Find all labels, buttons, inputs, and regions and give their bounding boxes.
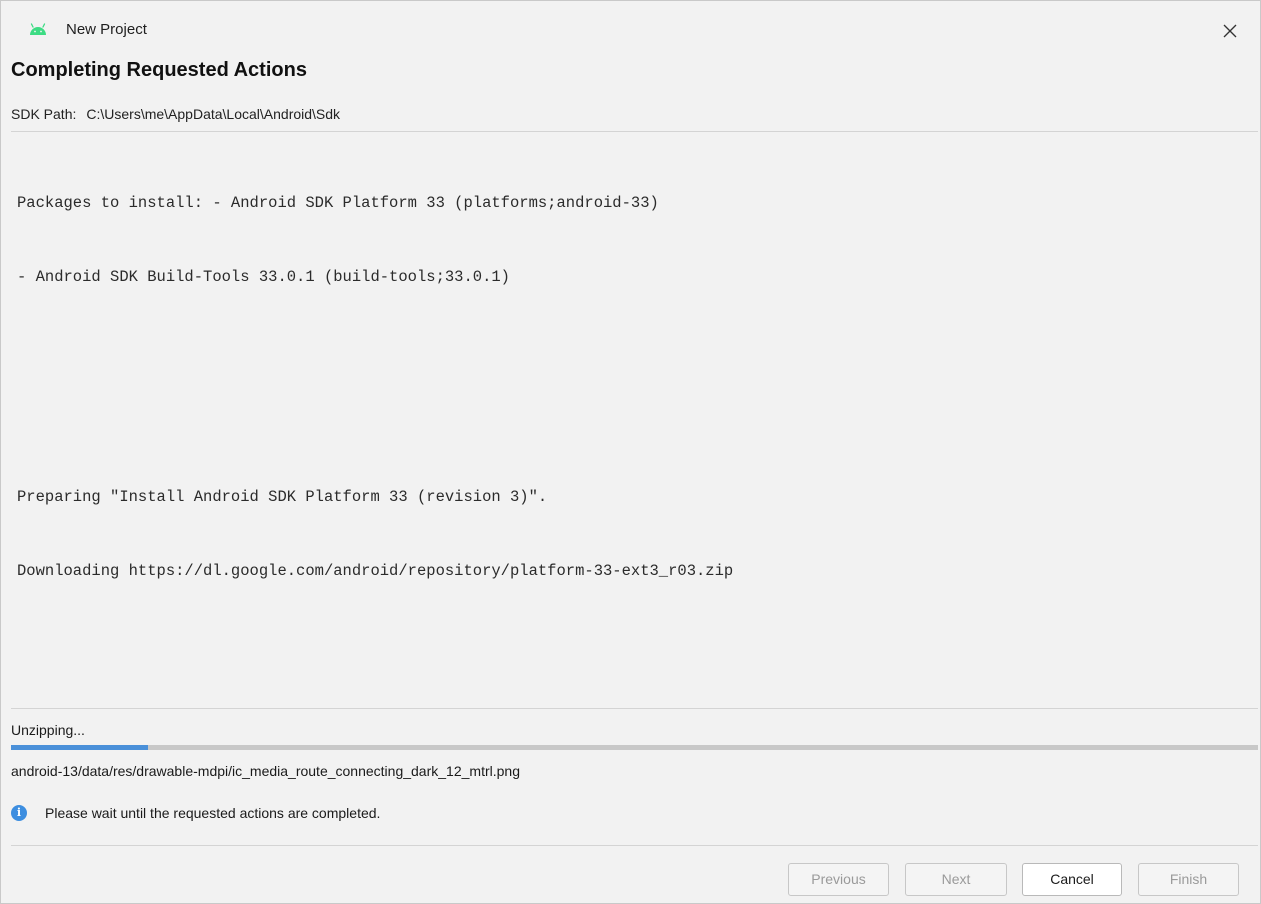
progress-bar xyxy=(11,745,1258,750)
new-project-dialog: New Project Completing Requested Actions… xyxy=(0,0,1261,904)
close-button[interactable] xyxy=(1212,13,1248,49)
window-title: New Project xyxy=(66,21,147,38)
status-label: Unzipping... xyxy=(11,722,85,738)
cancel-button[interactable]: Cancel xyxy=(1022,863,1122,896)
log-line: - Android SDK Build-Tools 33.0.1 (build-… xyxy=(17,267,510,286)
info-message: i Please wait until the requested action… xyxy=(11,803,380,823)
log-line: Downloading https://dl.google.com/androi… xyxy=(17,561,734,580)
next-button[interactable]: Next xyxy=(905,863,1007,896)
info-icon: i xyxy=(11,805,27,821)
log-line: Packages to install: - Android SDK Platf… xyxy=(17,194,659,212)
footer-divider xyxy=(11,845,1258,846)
sdk-path-value: C:\Users\me\AppData\Local\Android\Sdk xyxy=(86,106,341,122)
close-icon xyxy=(1223,24,1237,38)
page-title: Completing Requested Actions xyxy=(11,59,307,81)
sdk-path-label: SDK Path: xyxy=(11,106,77,122)
divider xyxy=(11,708,1258,709)
log-line: Preparing "Install Android SDK Platform … xyxy=(17,488,548,506)
finish-button[interactable]: Finish xyxy=(1138,863,1239,896)
info-message-text: Please wait until the requested actions … xyxy=(45,805,381,821)
install-log[interactable]: Packages to install: - Android SDK Platf… xyxy=(11,132,1258,708)
title-bar: New Project xyxy=(1,1,1260,51)
android-icon xyxy=(30,23,46,35)
current-file-label: android-13/data/res/drawable-mdpi/ic_med… xyxy=(11,763,520,779)
sdk-path-row: SDK Path: C:\Users\me\AppData\Local\Andro… xyxy=(11,104,340,124)
previous-button[interactable]: Previous xyxy=(788,863,889,896)
progress-bar-fill xyxy=(11,745,149,750)
